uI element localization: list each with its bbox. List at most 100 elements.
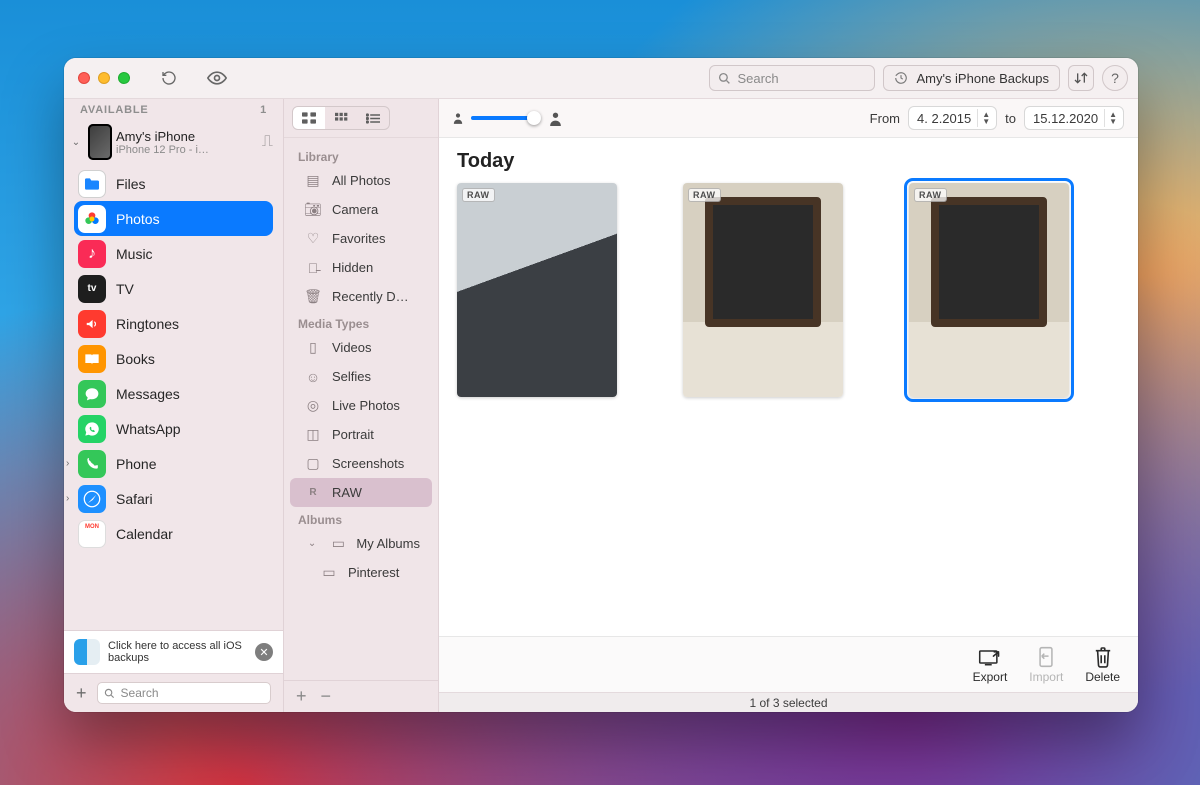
- whatsapp-icon: [78, 415, 106, 443]
- phone-icon: [78, 450, 106, 478]
- albums-header: Albums: [284, 507, 438, 529]
- search-icon: [718, 72, 731, 85]
- selection-status: 1 of 3 selected: [749, 696, 827, 710]
- view-mode-toolbar: [284, 99, 438, 138]
- backups-dropdown[interactable]: Amy's iPhone Backups: [883, 65, 1060, 91]
- library-item-screenshots[interactable]: ▢Screenshots: [290, 449, 432, 478]
- photo-thumbnail[interactable]: RAW: [683, 183, 843, 397]
- date-stepper[interactable]: ▲▼: [1104, 109, 1121, 127]
- titlebar: Search Amy's iPhone Backups ?: [64, 58, 1138, 99]
- zoom-window-button[interactable]: [118, 72, 130, 84]
- add-album-button[interactable]: +: [296, 686, 307, 707]
- device-sections-list: Files Photos ♪ Music tv TV: [64, 166, 283, 630]
- desktop-background: Search Amy's iPhone Backups ? AVAILABLE …: [0, 0, 1200, 785]
- library-item-pinterest[interactable]: ▭Pinterest: [290, 558, 432, 587]
- trash-icon: 🗑︎: [304, 288, 322, 305]
- search-placeholder: Search: [737, 71, 778, 86]
- chevron-right-icon[interactable]: ›: [66, 493, 69, 504]
- ringtones-icon: [78, 310, 106, 338]
- thumbnail-zoom-slider[interactable]: [453, 111, 562, 126]
- close-window-button[interactable]: [78, 72, 90, 84]
- photo-thumbnail[interactable]: RAW: [909, 183, 1069, 397]
- library-item-all-photos[interactable]: ▤All Photos: [290, 166, 432, 195]
- library-item-selfies[interactable]: ☺Selfies: [290, 362, 432, 391]
- sidebar-item-books[interactable]: Books: [74, 341, 273, 376]
- add-button[interactable]: +: [76, 683, 87, 704]
- history-icon: [894, 71, 908, 85]
- library-item-my-albums[interactable]: ⌄▭My Albums: [290, 529, 432, 558]
- eye-off-icon: 👁̵: [304, 260, 322, 276]
- sidebar-item-messages[interactable]: Messages: [74, 376, 273, 411]
- transfer-arrows-icon: [1073, 71, 1089, 85]
- window-controls: [78, 72, 130, 84]
- library-item-raw[interactable]: RRAW: [290, 478, 432, 507]
- preview-eye-icon[interactable]: [206, 71, 228, 85]
- section-title: Today: [457, 150, 1120, 173]
- person-large-icon: [549, 111, 562, 126]
- collection-view-button[interactable]: [325, 107, 357, 129]
- chevron-right-icon[interactable]: ›: [66, 458, 69, 469]
- sidebar-footer: + Search: [64, 673, 283, 712]
- list-icon: [366, 113, 380, 124]
- global-search-input[interactable]: Search: [709, 65, 875, 91]
- grid-view-button[interactable]: [293, 107, 325, 129]
- library-item-recently-deleted[interactable]: 🗑︎Recently D…: [290, 282, 432, 311]
- collection-icon: [335, 112, 348, 124]
- delete-button[interactable]: Delete: [1085, 646, 1120, 684]
- photo-gallery: Today RAW RAW RAW: [439, 138, 1138, 636]
- search-icon: [104, 688, 115, 699]
- files-icon: [78, 170, 106, 198]
- screenshot-icon: ▢: [304, 455, 322, 472]
- action-bar: Export Import Delete: [439, 636, 1138, 692]
- date-stepper[interactable]: ▲▼: [977, 109, 994, 127]
- chevron-down-icon[interactable]: ⌄: [304, 538, 320, 549]
- app-window: Search Amy's iPhone Backups ? AVAILABLE …: [64, 58, 1138, 712]
- import-icon: [1037, 646, 1055, 668]
- sidebar-item-music[interactable]: ♪ Music: [74, 236, 273, 271]
- messages-icon: [78, 380, 106, 408]
- device-name: Amy's iPhone: [116, 129, 258, 144]
- sidebar-item-whatsapp[interactable]: WhatsApp: [74, 411, 273, 446]
- library-header: Library: [284, 144, 438, 166]
- device-search-input[interactable]: Search: [97, 682, 271, 704]
- sidebar-item-tv[interactable]: tv TV: [74, 271, 273, 306]
- sidebar-item-phone[interactable]: › Phone: [74, 446, 273, 481]
- transfer-button[interactable]: [1068, 65, 1094, 91]
- date-from-input[interactable]: 4. 2.2015 ▲▼: [908, 106, 997, 130]
- books-icon: [78, 345, 106, 373]
- date-to-input[interactable]: 15.12.2020 ▲▼: [1024, 106, 1124, 130]
- sidebar-item-calendar[interactable]: MON 21 Calendar: [74, 516, 273, 551]
- import-button[interactable]: Import: [1029, 646, 1063, 684]
- list-view-button[interactable]: [357, 107, 389, 129]
- ios-backups-hint[interactable]: Click here to access all iOS backups ✕: [64, 630, 283, 673]
- heart-icon: ♡: [304, 230, 322, 247]
- hint-close-button[interactable]: ✕: [255, 643, 273, 661]
- media-types-header: Media Types: [284, 311, 438, 333]
- library-item-portrait[interactable]: ◫Portrait: [290, 420, 432, 449]
- from-label: From: [870, 111, 900, 126]
- remove-album-button[interactable]: −: [321, 686, 332, 707]
- trash-icon: [1094, 646, 1112, 668]
- folder-icon: ▭: [330, 535, 346, 552]
- sidebar-item-photos[interactable]: Photos: [74, 201, 273, 236]
- chevron-down-icon[interactable]: ⌄: [68, 137, 84, 148]
- library-item-hidden[interactable]: 👁̵Hidden: [290, 253, 432, 282]
- device-row[interactable]: ⌄ Amy's iPhone iPhone 12 Pro - i… ⎍: [64, 118, 283, 166]
- sidebar-item-safari[interactable]: › Safari: [74, 481, 273, 516]
- library-item-videos[interactable]: ▯Videos: [290, 333, 432, 362]
- library-item-live-photos[interactable]: ◎Live Photos: [290, 391, 432, 420]
- minimize-window-button[interactable]: [98, 72, 110, 84]
- raw-badge: RAW: [914, 188, 947, 202]
- stack-icon: ▤: [304, 172, 322, 189]
- library-item-camera[interactable]: 📷︎Camera: [290, 195, 432, 224]
- video-icon: ▯: [304, 339, 322, 356]
- sidebar-item-ringtones[interactable]: Ringtones: [74, 306, 273, 341]
- refresh-icon[interactable]: [158, 70, 180, 86]
- question-icon: ?: [1111, 70, 1119, 86]
- help-button[interactable]: ?: [1102, 65, 1128, 91]
- library-item-favorites[interactable]: ♡Favorites: [290, 224, 432, 253]
- photo-thumbnail[interactable]: RAW: [457, 183, 617, 397]
- sidebar-item-files[interactable]: Files: [74, 166, 273, 201]
- grid-icon: [302, 112, 316, 124]
- export-button[interactable]: Export: [973, 646, 1008, 684]
